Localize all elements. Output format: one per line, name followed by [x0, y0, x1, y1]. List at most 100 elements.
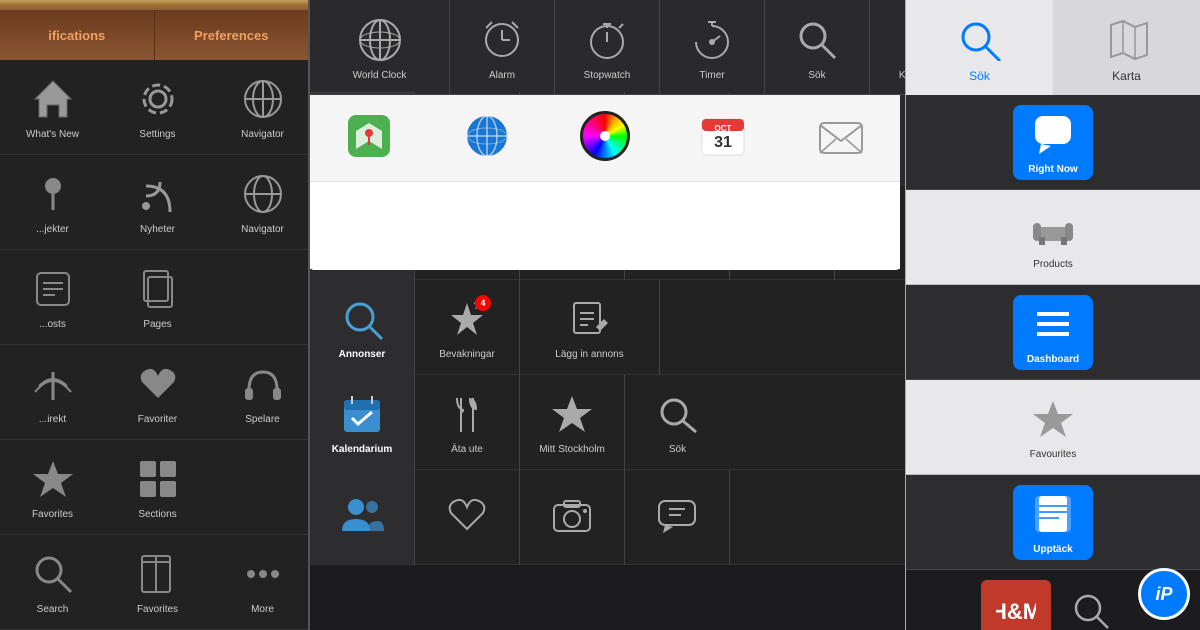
favourites-cell[interactable]: Favourites — [1013, 380, 1093, 475]
dropdown-top-row: OCT 31 — [310, 95, 900, 182]
sidebar-pages[interactable]: Pages — [105, 250, 210, 345]
sok4-label: Sök — [669, 444, 686, 456]
kategorier-tab[interactable]: Kategorier — [870, 0, 905, 95]
projekter-label: ...jekter — [36, 224, 69, 236]
calendar-check-icon — [336, 388, 388, 440]
mitt-stockholm-cell[interactable]: Mitt Stockholm — [520, 375, 625, 470]
alarm-icon — [476, 14, 528, 66]
ata-ute-cell[interactable]: Äta ute — [415, 375, 520, 470]
sofa-icon — [1027, 203, 1079, 255]
upptack-cell[interactable]: Upptäck — [1013, 485, 1093, 560]
right-panel: Sök Karta — [905, 0, 1200, 630]
lagg-in-annons-label: Lägg in annons — [555, 349, 623, 361]
sidebar-more[interactable]: More — [210, 535, 310, 630]
dropdown-calendar[interactable]: OCT 31 — [664, 95, 782, 182]
ip-badge[interactable]: iP — [1138, 568, 1190, 620]
globe-icon-left — [237, 73, 289, 125]
kalendarium-cell[interactable]: Kalendarium — [310, 375, 415, 470]
lagg-in-annons-cell[interactable]: Lägg in annons — [520, 280, 660, 375]
right-panel-tabs: Sök Karta — [906, 0, 1200, 95]
sidebar-favorites[interactable]: Favorites — [0, 440, 105, 535]
home-icon — [27, 73, 79, 125]
dropdown-maps[interactable] — [310, 95, 428, 182]
stopwatch-tab[interactable]: Stopwatch — [555, 0, 660, 95]
heart3-cell[interactable] — [415, 470, 520, 565]
sidebar-sections[interactable]: Sections — [105, 440, 210, 535]
world-clock-label: World Clock — [353, 70, 407, 82]
dropdown-colorwheel[interactable] — [546, 95, 664, 182]
notifications-button[interactable]: ifications — [0, 10, 155, 60]
screen: ifications Preferences What's New — [0, 0, 1200, 630]
sidebar-projekter[interactable]: ...jekter — [0, 155, 105, 250]
sidebar-spelare[interactable]: Spelare — [210, 345, 310, 440]
favorites-label: Favorites — [32, 509, 73, 521]
store-icon — [1064, 584, 1116, 630]
stopwatch-icon — [581, 14, 633, 66]
posts-icon — [27, 263, 79, 315]
bevakningar-badge: 4 — [475, 295, 491, 311]
star4-icon — [1027, 393, 1079, 445]
sidebar-settings[interactable]: Settings — [105, 60, 210, 155]
antenna-icon — [27, 358, 79, 410]
gear-icon — [132, 73, 184, 125]
headphones-icon — [237, 358, 289, 410]
chat-icon — [651, 489, 703, 541]
alarm-tab[interactable]: Alarm — [450, 0, 555, 95]
sok-right-label: Sök — [969, 69, 990, 83]
world-clock-tab[interactable]: World Clock — [310, 0, 450, 95]
sidebar-posts[interactable]: ...osts — [0, 250, 105, 345]
heart-icon — [132, 358, 184, 410]
sidebar-favorites2[interactable]: Favorites — [105, 535, 210, 630]
search-icon-top — [791, 14, 843, 66]
fork-knife-icon — [441, 388, 493, 440]
hem-cell[interactable]: H&M Hem — [981, 580, 1051, 630]
favoriter-label: Favoriter — [138, 414, 177, 426]
right-now-cell[interactable]: Right Now — [1013, 105, 1093, 180]
dashboard-cell[interactable]: Dashboard — [1013, 295, 1093, 370]
upptack-label: Upptäck — [1033, 544, 1072, 556]
right-now-label: Right Now — [1028, 164, 1077, 176]
navigator2-label: Navigator — [241, 224, 284, 236]
svg-text:H&M: H&M — [996, 599, 1036, 624]
sidebar-navigator[interactable]: Navigator — [210, 60, 310, 155]
karta-right-tab[interactable]: Karta — [1053, 0, 1200, 95]
sidebar-search[interactable]: Search — [0, 535, 105, 630]
search4-icon — [652, 388, 704, 440]
rss-icon — [132, 168, 184, 220]
svg-text:OCT: OCT — [715, 124, 732, 133]
camera-cell[interactable] — [520, 470, 625, 565]
mitt-stockholm-label: Mitt Stockholm — [539, 444, 605, 456]
dropdown-globe[interactable] — [428, 95, 546, 182]
chat-cell[interactable] — [625, 470, 730, 565]
preferences-button[interactable]: Preferences — [155, 10, 309, 60]
sidebar-favoriter[interactable]: Favoriter — [105, 345, 210, 440]
alarm-label: Alarm — [489, 70, 515, 82]
sok-tab[interactable]: Sök — [765, 0, 870, 95]
annonser-cell[interactable]: Annonser — [310, 280, 415, 375]
hitta-butik-cell[interactable]: Hitta butik — [1055, 580, 1125, 630]
bevakningar-cell[interactable]: 4 Bevakningar — [415, 280, 520, 375]
sok-right-tab[interactable]: Sök — [906, 0, 1053, 95]
dropdown-overlay: OCT 31 — [310, 95, 900, 270]
book2-icon — [1027, 488, 1079, 540]
sidebar-nyheter[interactable]: Nyheter — [105, 155, 210, 250]
navigator-label: Navigator — [241, 129, 284, 141]
sidebar-whats-new[interactable]: What's New — [0, 60, 105, 155]
sok4-cell[interactable]: Sök — [625, 375, 730, 470]
nyheter-label: Nyheter — [140, 224, 175, 236]
sections-label: Sections — [138, 509, 176, 521]
magnifier-icon — [336, 293, 388, 345]
pages-icon — [132, 263, 184, 315]
irekt-label: ...irekt — [39, 414, 66, 426]
dropdown-bottom-row — [310, 182, 900, 269]
settings-label: Settings — [139, 129, 175, 141]
products-label: Products — [1033, 259, 1072, 271]
menu-icon — [896, 14, 905, 66]
people-cell[interactable] — [310, 470, 415, 565]
clock-top-bar: World Clock Alarm — [310, 0, 905, 95]
timer-tab[interactable]: Timer — [660, 0, 765, 95]
dropdown-letter[interactable] — [782, 95, 900, 182]
sidebar-irekt[interactable]: ...irekt — [0, 345, 105, 440]
sidebar-navigator2[interactable]: Navigator — [210, 155, 310, 250]
products-cell[interactable]: Products — [1013, 190, 1093, 285]
